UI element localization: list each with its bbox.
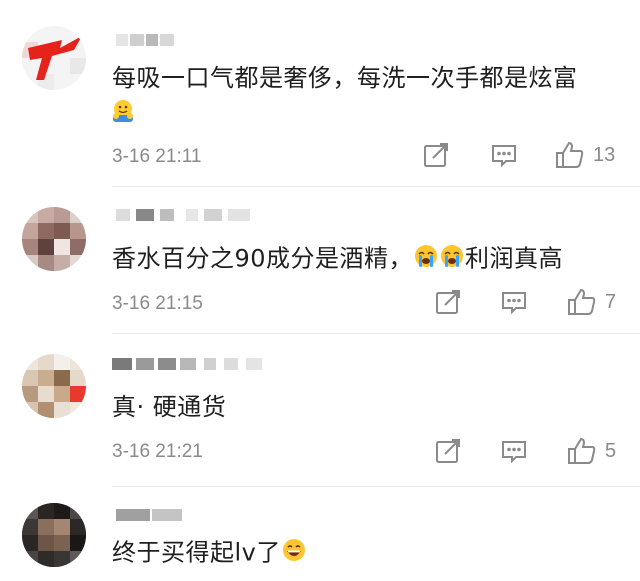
comment-item: 真· 硬通货 3-16 21:21 5 [0,334,640,486]
grinning-face-emoji-icon [281,537,307,570]
share-button[interactable] [434,437,462,465]
crying-face-emoji-icon [413,243,439,276]
username[interactable] [112,509,192,523]
share-icon [424,143,448,167]
share-button[interactable] [434,288,462,316]
comment-text: 终于买得起lv了 [112,537,307,570]
comment-text-part: 利润真高 [465,244,564,273]
like-count: 7 [605,290,617,313]
comment-icon [502,441,526,464]
comment-timestamp: 3-16 21:21 [112,441,203,462]
comment-text-part: 香水百分之90成分是酒精， [112,244,414,273]
avatar[interactable] [22,26,86,90]
username[interactable] [112,34,182,48]
username[interactable] [112,358,282,372]
comment-text-part: 终于买得起lv了 [112,538,281,567]
like-button[interactable]: 7 [567,287,616,317]
comment-item: 香水百分之90成分是酒精， 利润真高 3-16 21:15 7 [0,187,640,333]
crying-face-emoji-icon [439,243,465,276]
share-icon [436,290,460,314]
brand-logo-icon [28,36,82,80]
comment-icon [502,292,526,315]
comment-icon [492,145,516,168]
username[interactable] [112,209,262,223]
share-icon [436,439,460,463]
reply-button[interactable] [500,437,528,465]
avatar[interactable] [22,354,86,418]
comment-item: 每吸一口气都是奢侈，每洗一次手都是炫富 3-16 21:11 13 [0,0,640,185]
comment-timestamp: 3-16 21:11 [112,146,202,167]
like-count: 13 [593,143,616,166]
face-with-hands-emoji-icon [110,98,136,128]
like-icon [568,437,596,464]
comment-text: 真· 硬通货 [112,393,227,421]
reply-button[interactable] [500,288,528,316]
like-button[interactable]: 13 [555,140,615,170]
comment-text: 每吸一口气都是奢侈，每洗一次手都是炫富 [112,64,578,92]
comment-item: 终于买得起lv了 [0,487,640,581]
like-button[interactable]: 5 [567,436,616,466]
comment-text: 香水百分之90成分是酒精， 利润真高 [112,243,563,276]
share-button[interactable] [422,141,450,169]
avatar[interactable] [22,207,86,271]
like-icon [556,141,584,168]
like-icon [568,288,596,315]
avatar[interactable] [22,503,86,567]
comment-timestamp: 3-16 21:15 [112,293,203,314]
like-count: 5 [605,439,617,462]
reply-button[interactable] [490,141,518,169]
